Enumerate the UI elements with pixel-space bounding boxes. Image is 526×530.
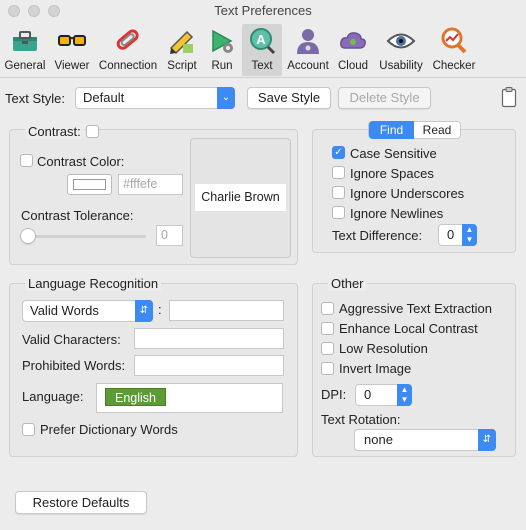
valid-words-field[interactable] (169, 300, 284, 321)
contrast-label: Contrast: (25, 124, 84, 139)
slider-knob[interactable] (20, 228, 36, 244)
text-search-icon: A (250, 28, 276, 55)
tab-connection[interactable]: Connection (96, 24, 160, 76)
dpi-stepper[interactable]: 0 ▲ ▼ (355, 384, 412, 406)
ignore-newlines-checkbox[interactable] (332, 206, 345, 219)
ignore-spaces-label: Ignore Spaces (350, 166, 434, 181)
ignore-underscores-checkbox[interactable] (332, 186, 345, 199)
chevron-down-icon: ⌄ (217, 87, 235, 109)
language-token[interactable]: English (105, 388, 166, 406)
title-bar: Text Preferences (0, 0, 526, 22)
play-gear-icon (212, 29, 233, 53)
minimize-window-button[interactable] (28, 5, 40, 17)
prefer-dictionary-label: Prefer Dictionary Words (40, 422, 178, 437)
low-resolution-label: Low Resolution (339, 341, 428, 356)
tab-run[interactable]: Run (204, 24, 240, 76)
preferences-toolbar: General Viewer Connection Script Run A T… (0, 22, 526, 78)
language-mode-select[interactable]: Valid Words ⇵ (22, 300, 153, 322)
tab-account[interactable]: Account (284, 24, 332, 76)
valid-characters-label: Valid Characters: (22, 332, 121, 347)
enhance-contrast-label: Enhance Local Contrast (339, 321, 478, 336)
contrast-preview: Charlie Brown (190, 138, 291, 258)
language-token-field[interactable]: English (96, 383, 283, 413)
invert-image-label: Invert Image (339, 361, 412, 376)
contrast-checkbox[interactable] (86, 125, 99, 138)
paperclip-icon (116, 29, 139, 50)
clipboard-icon[interactable] (501, 86, 517, 108)
text-difference-label: Text Difference: (332, 228, 423, 243)
language-label: Language: (22, 389, 84, 404)
case-sensitive-checkbox[interactable]: ✓ (332, 146, 345, 159)
aggressive-extraction-checkbox[interactable] (321, 302, 334, 315)
ignore-underscores-label: Ignore Underscores (350, 186, 465, 201)
language-group-title: Language Recognition (25, 276, 162, 291)
text-style-select[interactable]: Default ⌄ (75, 87, 235, 109)
dpi-label: DPI: (321, 387, 347, 402)
case-sensitive-label: Case Sensitive (350, 146, 437, 161)
checker-magnifier-icon (441, 27, 467, 54)
mode-colon: : (158, 302, 162, 317)
invert-image-checkbox[interactable] (321, 362, 334, 375)
svg-text:A: A (256, 32, 266, 47)
contrast-color-field[interactable]: #fffefe (118, 174, 183, 195)
text-style-label: Text Style: (5, 91, 65, 106)
prohibited-words-field[interactable] (134, 355, 284, 376)
enhance-contrast-checkbox[interactable] (321, 322, 334, 335)
close-window-button[interactable] (8, 5, 20, 17)
contrast-tolerance-field[interactable]: 0 (156, 225, 183, 246)
restore-defaults-button[interactable]: Restore Defaults (15, 491, 147, 514)
cloud-icon (340, 32, 366, 49)
text-rotation-select[interactable]: none ⇵ (354, 429, 496, 451)
save-style-button[interactable]: Save Style (247, 87, 331, 109)
contrast-color-checkbox[interactable] (20, 154, 33, 167)
other-group-title: Other (328, 276, 367, 291)
zoom-window-button[interactable] (48, 5, 60, 17)
tab-checker[interactable]: Checker (430, 24, 478, 76)
ignore-newlines-label: Ignore Newlines (350, 206, 444, 221)
find-read-segmented: Find Read (368, 121, 461, 139)
ignore-spaces-checkbox[interactable] (332, 166, 345, 179)
aggressive-extraction-label: Aggressive Text Extraction (339, 301, 492, 316)
prefer-dictionary-checkbox[interactable] (22, 423, 35, 436)
tab-find[interactable]: Find (369, 121, 414, 139)
window-title: Text Preferences (214, 3, 312, 18)
preview-text: Charlie Brown (195, 184, 286, 211)
tab-text[interactable]: A Text (242, 24, 282, 76)
tab-usability[interactable]: Usability (374, 24, 428, 76)
contrast-tolerance-label: Contrast Tolerance: (21, 208, 134, 223)
contrast-color-well[interactable] (67, 174, 112, 195)
account-icon (297, 29, 319, 54)
tab-read[interactable]: Read (414, 122, 460, 138)
contrast-tolerance-slider[interactable] (28, 235, 146, 238)
tab-viewer[interactable]: Viewer (50, 24, 94, 76)
tab-script[interactable]: Script (162, 24, 202, 76)
glasses-icon (58, 35, 86, 46)
stepper-arrows-icon: ▲ ▼ (462, 224, 477, 246)
delete-style-button[interactable]: Delete Style (338, 87, 431, 109)
pencil-icon (169, 30, 194, 55)
toolbox-icon (13, 31, 37, 51)
tab-cloud[interactable]: Cloud (334, 24, 372, 76)
chevron-updown-icon: ⇵ (135, 300, 153, 322)
low-resolution-checkbox[interactable] (321, 342, 334, 355)
tab-general[interactable]: General (2, 24, 48, 76)
valid-characters-field[interactable] (134, 328, 284, 349)
stepper-arrows-icon: ▲ ▼ (397, 384, 412, 406)
text-rotation-label: Text Rotation: (321, 412, 401, 427)
contrast-color-label: Contrast Color: (37, 154, 125, 169)
prohibited-words-label: Prohibited Words: (22, 358, 126, 373)
chevron-updown-icon: ⇵ (478, 429, 496, 451)
eye-icon (386, 33, 416, 49)
text-difference-stepper[interactable]: 0 ▲ ▼ (438, 224, 477, 246)
